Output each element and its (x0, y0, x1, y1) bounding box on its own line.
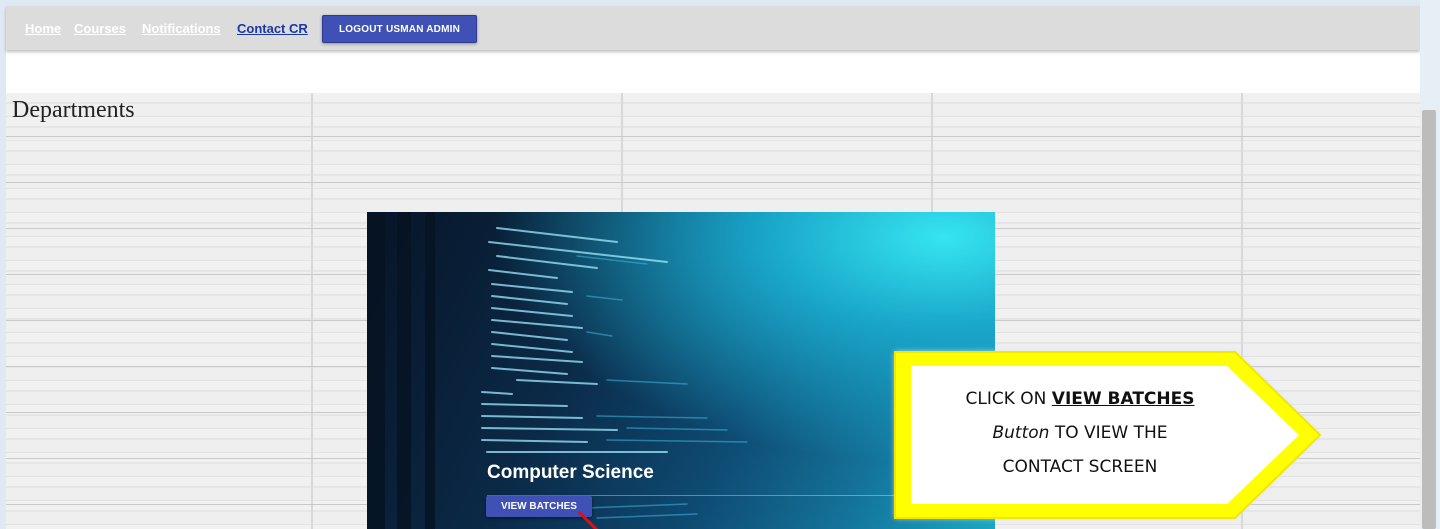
callout-prefix: CLICK ON (965, 389, 1052, 409)
callout-line-2-rest: TO VIEW THE (1049, 423, 1168, 443)
red-arrow-pointer-icon (577, 510, 599, 529)
callout-line-3: CONTACT SCREEN (1002, 457, 1158, 477)
nav-courses-link[interactable]: Courses (74, 21, 126, 36)
nav-notifications-link[interactable]: Notifications (142, 21, 221, 36)
callout-italic: Button (992, 423, 1050, 443)
scrollbar-thumb[interactable] (1422, 110, 1436, 529)
nav-home-link[interactable]: Home (25, 21, 61, 36)
nav-contact-cr-link[interactable]: Contact CR (237, 21, 308, 36)
logout-button[interactable]: LOGOUT USMAN ADMIN (322, 15, 477, 43)
callout-line-2: Button TO VIEW THE (910, 416, 1250, 450)
callout-line-1: CLICK ON VIEW BATCHES (910, 382, 1250, 416)
card-title: Computer Science (487, 462, 654, 483)
top-navbar: Home Courses Notifications Contact CR LO… (6, 6, 1420, 50)
instruction-callout-text: CLICK ON VIEW BATCHES Button TO VIEW THE… (910, 382, 1250, 484)
page-title: Departments (12, 97, 135, 123)
callout-emphasis: VIEW BATCHES (1051, 389, 1195, 409)
